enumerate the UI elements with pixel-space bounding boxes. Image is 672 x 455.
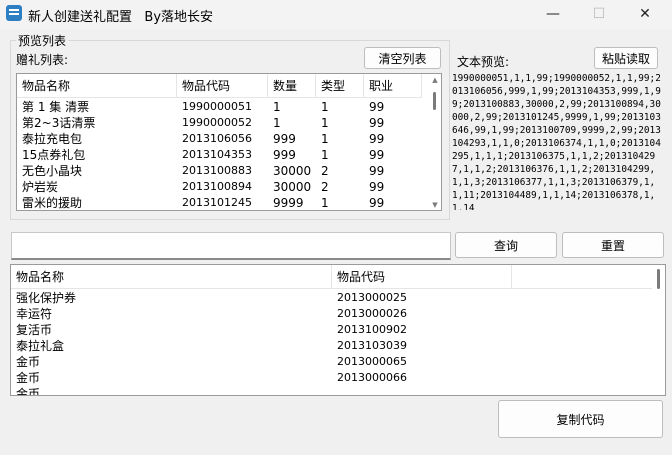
gift-col-name[interactable]: 物品名称 [17,74,177,98]
gift-cell-qty: 9999 [273,196,304,210]
gift-list-label: 赠礼列表: [16,53,69,67]
gift-cell-qty: 999 [273,148,296,162]
gift-cell-job: 99 [369,148,385,162]
result-list-row[interactable]: 幸运符 2013000026 [11,306,512,322]
gift-cell-type: 1 [321,116,329,130]
gift-cell-qty: 30000 [273,180,312,194]
gift-list-row[interactable]: 雷米的援助 2013101245 9999 1 99 [17,195,422,210]
text-preview-content[interactable]: 1990000051,1,1,99;1990000052,1,1,99;2013… [452,72,661,210]
result-list-row[interactable]: 强化保护券 2013000025 [11,290,512,306]
result-scroll-thumb[interactable] [657,269,660,289]
gift-cell-type: 2 [321,180,329,194]
gift-cell-type: 2 [321,164,329,178]
app-icon [6,5,22,21]
result-col-name[interactable]: 物品名称 [11,265,332,289]
result-list-header: 物品名称 物品代码 [11,265,652,289]
copy-code-button[interactable]: 复制代码 [498,400,663,438]
result-list-row[interactable]: 金币 2013000065 [11,354,512,370]
result-cell-name: 金币 [16,355,41,369]
gift-list-row[interactable]: 无色小晶块 2013100883 30000 2 99 [17,163,422,179]
gift-col-type[interactable]: 类型 [316,74,364,98]
gift-cell-job: 99 [369,116,385,130]
result-cell-name: 幸运符 [16,307,53,321]
gift-cell-name: 第 1 集 清票 [22,100,90,114]
gift-list-row[interactable]: 炉岩炭 2013100894 30000 2 99 [17,179,422,195]
result-cell-code: 2013000066 [337,371,407,384]
gift-cell-qty: 1 [273,116,281,130]
result-col-empty [512,265,652,289]
gift-cell-name: 15点券礼包 [22,148,86,162]
result-list-scrollbar[interactable] [653,265,665,395]
gift-cell-qty: 999 [273,132,296,146]
reset-button[interactable]: 重置 [562,232,664,258]
gift-list[interactable]: 物品名称 物品代码 数量 类型 职业 第 1 集 清票 1990000051 1 1 9… [16,73,442,211]
gift-cell-qty: 30000 [273,164,312,178]
gift-list-header: 物品名称 物品代码 数量 类型 职业 [17,74,422,98]
result-cell-code [332,386,512,395]
window-title: 新人创建送礼配置 By落地长安 [28,10,214,25]
result-col-code[interactable]: 物品代码 [332,265,512,289]
gift-list-row[interactable]: 第 1 集 清票 1990000051 1 1 99 [17,99,422,115]
result-list-rows: 强化保护券 2013000025 幸运符 2013000026 复活币 201310090… [11,290,512,396]
gift-col-code[interactable]: 物品代码 [177,74,268,98]
result-cell-code: 2013000026 [337,307,407,320]
gift-cell-type: 1 [321,148,329,162]
gift-cell-name: 泰拉充电包 [22,132,83,146]
result-list-row[interactable]: 泰拉礼盒 2013103039 [11,338,512,354]
gift-cell-job: 99 [369,180,385,194]
gift-cell-job: 99 [369,100,385,114]
paste-read-button[interactable]: 粘贴读取 [594,47,658,69]
result-list-row[interactable]: 金币 2013000066 [11,370,512,386]
gift-cell-code: 2013106056 [182,132,252,145]
result-cell-code: 2013000065 [337,355,407,368]
search-input[interactable] [11,232,451,260]
minimize-button[interactable]: — [530,0,576,30]
gift-cell-code: 1990000051 [182,100,252,113]
result-cell-name: 复活币 [16,323,53,337]
gift-cell-name: 无色小晶块 [22,164,83,178]
result-cell-code: 2013000025 [337,291,407,304]
result-list[interactable]: 物品名称 物品代码 强化保护券 2013000025 幸运符 2013000026 复活… [10,264,666,396]
result-cell-name: 金币 [16,371,41,385]
clear-list-button[interactable]: 清空列表 [364,47,441,69]
gift-cell-job: 99 [369,164,385,178]
gift-list-row[interactable]: 泰拉充电包 2013106056 999 1 99 [17,131,422,147]
gift-cell-code: 2013104353 [182,148,252,161]
gift-cell-type: 1 [321,100,329,114]
gift-cell-code: 2013100894 [182,180,252,193]
result-list-row[interactable]: 复活币 2013100902 [11,322,512,338]
preview-group-legend: 预览列表 [16,32,69,49]
gift-list-rows: 第 1 集 清票 1990000051 1 1 99 第2~3话清票 1990000052 1… [17,99,422,210]
result-cell-name: 金币 [16,387,41,396]
query-button[interactable]: 查询 [455,232,557,258]
gift-cell-type: 1 [321,132,329,146]
text-preview-label: 文本预览: [457,55,510,69]
gift-col-job[interactable]: 职业 [364,74,422,98]
result-cell-name: 强化保护券 [16,291,77,305]
gift-list-row[interactable]: 第2~3话清票 1990000052 1 1 99 [17,115,422,131]
gift-cell-code: 1990000052 [182,116,252,129]
scroll-thumb[interactable] [433,92,436,110]
gift-list-scrollbar[interactable]: ▲ ▼ [429,74,441,210]
title-bar: 新人创建送礼配置 By落地长安 — ☐ ✕ [0,0,672,30]
result-cell-name: 泰拉礼盒 [16,339,65,353]
gift-cell-job: 99 [369,196,385,210]
result-list-row[interactable]: 金币 [11,386,512,396]
gift-cell-code: 2013101245 [182,196,252,209]
gift-cell-job: 99 [369,132,385,146]
scroll-down-icon[interactable]: ▼ [431,201,439,209]
gift-cell-code: 2013100883 [182,164,252,177]
gift-cell-name: 第2~3话清票 [22,116,96,130]
gift-cell-type: 1 [321,196,329,210]
gift-cell-qty: 1 [273,100,281,114]
result-cell-code: 2013103039 [337,339,407,352]
maximize-button: ☐ [592,6,606,22]
result-cell-code: 2013100902 [337,323,407,336]
gift-col-qty[interactable]: 数量 [268,74,316,98]
scroll-up-icon[interactable]: ▲ [431,76,439,84]
gift-cell-name: 雷米的援助 [22,196,83,210]
gift-list-row[interactable]: 15点券礼包 2013104353 999 1 99 [17,147,422,163]
close-button[interactable]: ✕ [622,0,668,30]
gift-cell-name: 炉岩炭 [22,180,59,194]
